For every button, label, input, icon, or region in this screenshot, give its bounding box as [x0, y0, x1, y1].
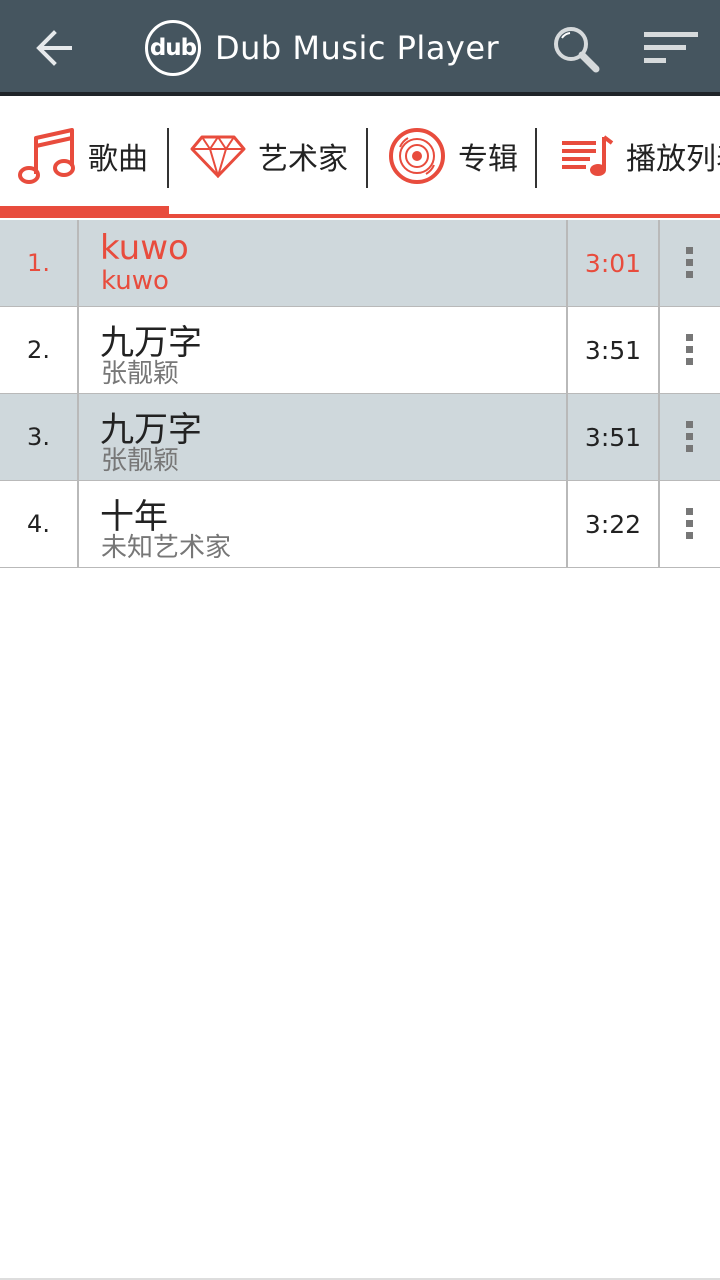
more-vert-icon [686, 247, 693, 278]
song-row[interactable]: 1. kuwo kuwo 3:01 [0, 220, 720, 307]
more-vert-icon [686, 421, 693, 452]
app-bar: dub Dub Music Player [0, 0, 720, 96]
song-info[interactable]: kuwo kuwo [80, 220, 566, 306]
tab-divider [366, 128, 368, 188]
tab-playlists[interactable]: 播放列表 [560, 124, 720, 188]
music-player-screen: dub Dub Music Player 歌曲 艺术家 专辑 播放列 1. ku… [0, 0, 720, 1280]
tabs-underline [0, 214, 720, 218]
sort-button[interactable] [640, 24, 704, 72]
sort-icon [644, 32, 698, 63]
track-number: 3. [0, 394, 79, 480]
track-number: 2. [0, 307, 79, 393]
song-more-button[interactable] [660, 307, 720, 393]
search-button[interactable] [548, 22, 604, 78]
song-info[interactable]: 十年 未知艺术家 [80, 481, 566, 567]
song-list: 1. kuwo kuwo 3:01 2. 九万字 张靓颖 3:51 3. 九万字… [0, 220, 720, 568]
tab-label: 歌曲 [88, 142, 148, 177]
search-icon [554, 27, 600, 73]
song-more-button[interactable] [660, 220, 720, 306]
tab-divider [167, 128, 169, 188]
tab-label: 播放列表 [626, 142, 720, 177]
diamond-icon [190, 135, 246, 178]
song-duration: 3:51 [566, 307, 660, 393]
song-title: kuwo [100, 228, 189, 268]
tab-songs[interactable]: 歌曲 [18, 124, 148, 188]
more-vert-icon [686, 508, 693, 539]
song-more-button[interactable] [660, 481, 720, 567]
song-more-button[interactable] [660, 394, 720, 480]
song-artist: 张靓颖 [101, 446, 180, 476]
back-button[interactable] [26, 22, 82, 74]
song-row[interactable]: 4. 十年 未知艺术家 3:22 [0, 481, 720, 568]
playlist-icon [562, 135, 614, 176]
app-brand: dub Dub Music Player [145, 18, 499, 78]
tab-artists[interactable]: 艺术家 [190, 124, 348, 188]
music-note-icon [18, 128, 75, 184]
song-row[interactable]: 2. 九万字 张靓颖 3:51 [0, 307, 720, 394]
app-title: Dub Music Player [215, 29, 500, 67]
dub-logo: dub [145, 20, 201, 76]
track-number: 1. [0, 220, 79, 306]
tab-label: 艺术家 [258, 142, 348, 177]
tab-divider [535, 128, 537, 188]
song-artist: kuwo [101, 266, 169, 296]
song-info[interactable]: 九万字 张靓颖 [80, 394, 566, 480]
category-tabs: 歌曲 艺术家 专辑 播放列 [0, 100, 720, 220]
song-duration: 3:01 [566, 220, 660, 306]
song-artist: 张靓颖 [101, 359, 180, 389]
disc-icon [389, 128, 445, 184]
song-info[interactable]: 九万字 张靓颖 [80, 307, 566, 393]
arrow-left-icon [36, 30, 72, 66]
song-duration: 3:22 [566, 481, 660, 567]
tab-label: 专辑 [458, 142, 518, 177]
song-artist: 未知艺术家 [101, 533, 232, 563]
track-number: 4. [0, 481, 79, 567]
song-row[interactable]: 3. 九万字 张靓颖 3:51 [0, 394, 720, 481]
more-vert-icon [686, 334, 693, 365]
song-duration: 3:51 [566, 394, 660, 480]
tab-albums[interactable]: 专辑 [388, 124, 518, 188]
